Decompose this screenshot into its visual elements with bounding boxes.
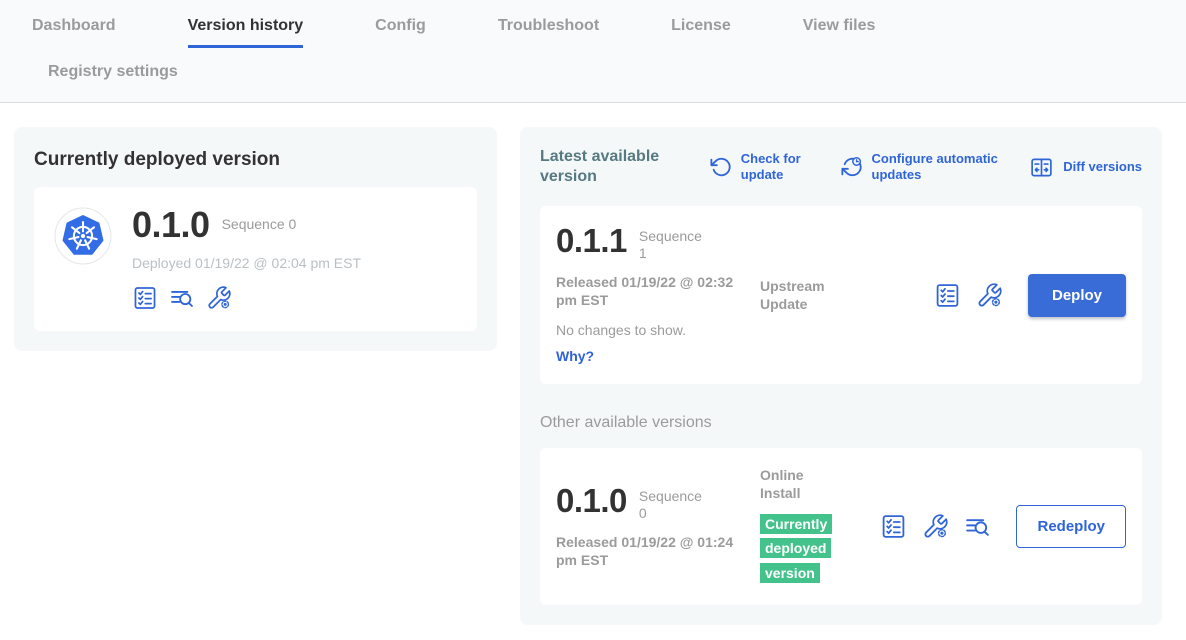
latest-sequence-label: Sequence 1	[639, 228, 711, 262]
version-row-other: 0.1.0 Sequence 0 Released 01/19/22 @ 01:…	[540, 448, 1142, 605]
other-version-info: 0.1.0 Sequence 0 Released 01/19/22 @ 01:…	[556, 484, 748, 569]
main-content: Currently deployed version 0.1.0 Sequenc…	[0, 103, 1186, 625]
deployed-version-actions	[132, 285, 361, 311]
tab-view-files[interactable]: View files	[779, 14, 900, 48]
diff-icon	[1029, 155, 1054, 180]
kubernetes-logo-icon	[54, 207, 112, 265]
schedule-update-icon	[841, 156, 863, 178]
deployed-timestamp: Deployed 01/19/22 @ 02:04 pm EST	[132, 255, 361, 271]
no-changes-text: No changes to show.	[556, 322, 748, 338]
version-row-latest: 0.1.1 Sequence 1 Released 01/19/22 @ 02:…	[540, 206, 1142, 384]
refresh-icon	[710, 156, 732, 178]
preflight-checklist-icon[interactable]	[132, 285, 158, 311]
redeploy-button[interactable]: Redeploy	[1016, 505, 1126, 548]
other-version-actions: Redeploy	[880, 505, 1126, 548]
tab-dashboard[interactable]: Dashboard	[8, 14, 140, 48]
other-sequence-label: Sequence 0	[639, 488, 711, 522]
deployed-version-info: 0.1.0 Sequence 0 Deployed 01/19/22 @ 02:…	[132, 207, 361, 311]
tab-registry-settings[interactable]: Registry settings	[24, 60, 202, 94]
latest-version-number: 0.1.1	[556, 224, 627, 257]
latest-available-header: Latest available version Check for updat…	[540, 147, 1142, 189]
other-versions-title: Other available versions	[540, 414, 1142, 432]
check-for-update-link[interactable]: Check for update	[710, 151, 813, 184]
latest-version-info: 0.1.1 Sequence 1 Released 01/19/22 @ 02:…	[556, 224, 748, 366]
tab-version-history[interactable]: Version history	[164, 14, 328, 48]
deployed-version-box: 0.1.0 Sequence 0 Deployed 01/19/22 @ 02:…	[34, 187, 477, 331]
configure-automatic-updates-link[interactable]: Configure automatic updates	[841, 151, 1002, 184]
tab-config[interactable]: Config	[351, 14, 450, 48]
app-subnav: Dashboard Version history Config Trouble…	[0, 0, 1186, 103]
diff-versions-link[interactable]: Diff versions	[1029, 155, 1142, 180]
latest-available-card: Latest available version Check for updat…	[520, 127, 1162, 625]
currently-deployed-badge-wrap: Currently deployed version	[760, 513, 844, 587]
view-logs-icon[interactable]	[964, 513, 991, 540]
other-released-timestamp: Released 01/19/22 @ 01:24 pm EST	[556, 533, 738, 569]
source-label: Online Install	[760, 466, 832, 502]
latest-version-source: Upstream Update	[760, 277, 860, 313]
latest-released-timestamp: Released 01/19/22 @ 02:32 pm EST	[556, 273, 738, 309]
currently-deployed-card: Currently deployed version 0.1.0 Sequenc…	[14, 127, 497, 351]
config-icon[interactable]	[922, 513, 949, 540]
currently-deployed-title: Currently deployed version	[34, 149, 477, 171]
source-label: Upstream Update	[760, 277, 832, 313]
tab-license[interactable]: License	[647, 14, 755, 48]
view-logs-icon[interactable]	[169, 285, 195, 311]
deployed-version-number: 0.1.0	[132, 207, 210, 243]
preflight-checklist-icon[interactable]	[934, 282, 961, 309]
why-link[interactable]: Why?	[556, 348, 594, 364]
config-icon[interactable]	[976, 282, 1003, 309]
other-version-number: 0.1.0	[556, 484, 627, 517]
deploy-button[interactable]: Deploy	[1028, 274, 1126, 317]
latest-available-title: Latest available version	[540, 147, 682, 189]
tab-troubleshoot[interactable]: Troubleshoot	[474, 14, 623, 48]
currently-deployed-badge: Currently deployed version	[760, 514, 832, 584]
deployed-sequence-label: Sequence 0	[222, 216, 297, 233]
preflight-checklist-icon[interactable]	[880, 513, 907, 540]
config-icon[interactable]	[206, 285, 232, 311]
other-version-source: Online Install Currently deployed versio…	[760, 466, 860, 587]
latest-version-actions: Deploy	[934, 274, 1126, 317]
